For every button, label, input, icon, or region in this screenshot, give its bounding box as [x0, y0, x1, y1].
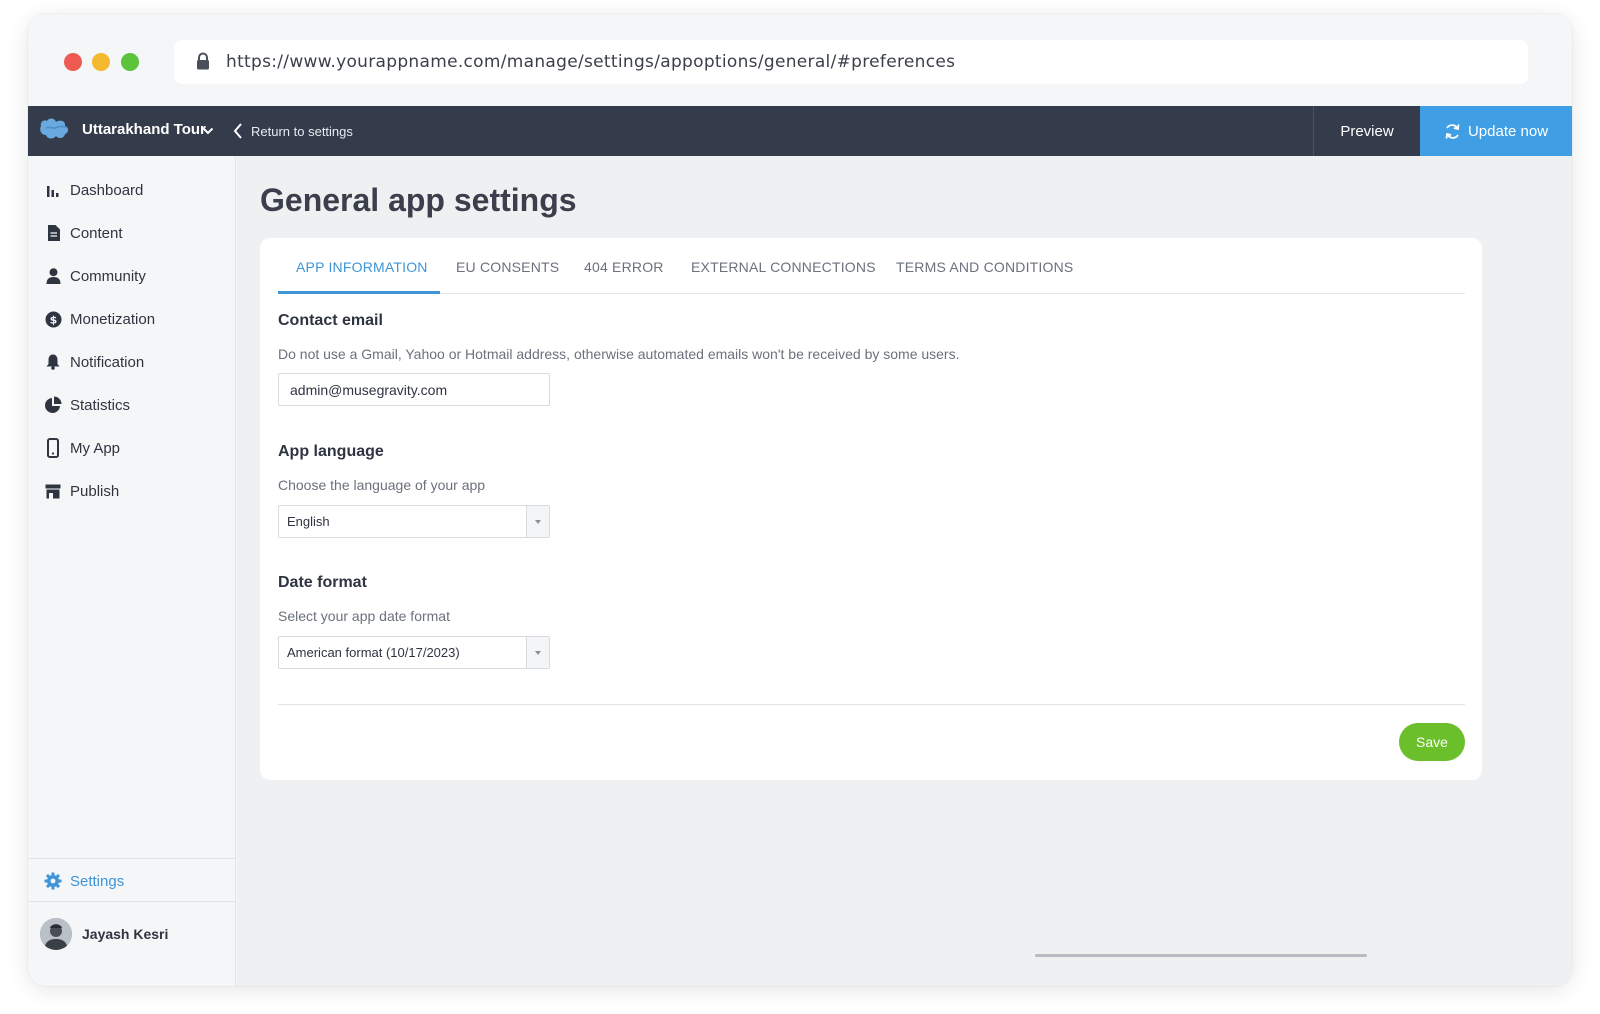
date-format-description: Select your app date format [278, 608, 450, 624]
update-now-label: Update now [1467, 122, 1549, 140]
document-icon [44, 224, 62, 242]
sidebar: Dashboard Content Community $ Monetizati… [28, 156, 236, 986]
svg-text:$: $ [49, 313, 57, 326]
user-icon [44, 267, 62, 285]
tab-terms-and-conditions[interactable]: TERMS AND CONDITIONS [896, 259, 1073, 275]
date-format-value: American format (10/17/2023) [287, 645, 460, 660]
settings-card: APP INFORMATION EU CONSENTS 404 ERROR EX… [260, 238, 1482, 780]
sidebar-divider [28, 858, 236, 859]
settings-tabs: APP INFORMATION EU CONSENTS 404 ERROR EX… [278, 238, 1465, 294]
browser-chrome: https://www.yourappname.com/manage/setti… [28, 14, 1572, 106]
app-language-title: App language [278, 443, 384, 460]
app-logo-icon[interactable] [38, 116, 72, 144]
store-icon [44, 482, 62, 500]
avatar [40, 918, 72, 950]
contact-email-input[interactable] [278, 373, 550, 406]
app-language-description: Choose the language of your app [278, 477, 486, 493]
return-to-settings-link[interactable]: Return to settings [233, 120, 353, 142]
sidebar-item-community[interactable]: Community [44, 264, 146, 288]
sidebar-item-notification[interactable]: Notification [44, 350, 144, 374]
sidebar-item-content[interactable]: Content [44, 221, 123, 245]
update-now-button[interactable]: Update now [1420, 106, 1572, 156]
sidebar-item-label: Settings [70, 872, 125, 890]
app-language-select[interactable]: English [278, 505, 550, 538]
sidebar-item-dashboard[interactable]: Dashboard [44, 178, 143, 202]
sidebar-item-label: Publish [70, 482, 120, 500]
phone-icon [44, 438, 62, 458]
dollar-icon: $ [44, 310, 62, 328]
tab-eu-consents[interactable]: EU CONSENTS [456, 259, 559, 275]
contact-email-description: Do not use a Gmail, Yahoo or Hotmail add… [278, 346, 960, 362]
main-content: General app settings APP INFORMATION EU … [237, 156, 1572, 986]
close-window-button[interactable] [64, 53, 82, 71]
sidebar-item-label: Monetization [70, 310, 156, 328]
sidebar-item-statistics[interactable]: Statistics [44, 393, 130, 417]
contact-email-title: Contact email [278, 312, 383, 329]
sidebar-item-label: Dashboard [70, 181, 144, 199]
page-title: General app settings [260, 182, 577, 218]
date-format-select[interactable]: American format (10/17/2023) [278, 636, 550, 669]
date-format-title: Date format [278, 574, 367, 591]
sidebar-item-label: Community [70, 267, 146, 285]
card-divider [278, 704, 1465, 705]
tab-app-information[interactable]: APP INFORMATION [296, 259, 428, 275]
save-button[interactable]: Save [1399, 723, 1465, 761]
sidebar-item-label: My App [70, 439, 121, 457]
chevron-left-icon [233, 123, 242, 139]
dropdown-arrow-icon[interactable] [526, 637, 549, 668]
user-profile[interactable]: Jayash Kesri [40, 918, 168, 950]
tab-404-error[interactable]: 404 ERROR [584, 259, 664, 275]
lock-icon [197, 52, 209, 70]
chevron-down-icon[interactable] [202, 126, 214, 136]
bar-chart-icon [44, 181, 62, 199]
address-bar[interactable]: https://www.yourappname.com/manage/setti… [174, 40, 1528, 84]
refresh-icon [1445, 123, 1460, 139]
return-label: Return to settings [251, 123, 353, 139]
app-language-value: English [287, 514, 330, 529]
tab-external-connections[interactable]: EXTERNAL CONNECTIONS [691, 259, 876, 275]
user-name: Jayash Kesri [82, 926, 169, 942]
app-topbar: Uttarakhand Tour Return to settings Prev… [28, 106, 1572, 156]
sidebar-divider [28, 901, 236, 902]
horizontal-scrollbar[interactable] [1035, 954, 1367, 957]
sidebar-item-settings[interactable]: Settings [44, 869, 124, 893]
sidebar-item-publish[interactable]: Publish [44, 479, 119, 503]
active-tab-indicator [278, 291, 440, 294]
sidebar-item-label: Statistics [70, 396, 131, 414]
bell-icon [44, 353, 62, 371]
sidebar-item-my-app[interactable]: My App [44, 436, 120, 460]
gear-icon [44, 872, 62, 890]
minimize-window-button[interactable] [92, 53, 110, 71]
dropdown-arrow-icon[interactable] [526, 506, 549, 537]
app-switcher[interactable]: Uttarakhand Tour [82, 121, 206, 138]
browser-window: https://www.yourappname.com/manage/setti… [28, 14, 1572, 986]
sidebar-item-monetization[interactable]: $ Monetization [44, 307, 155, 331]
maximize-window-button[interactable] [121, 53, 139, 71]
pie-chart-icon [44, 396, 62, 414]
url-text: https://www.yourappname.com/manage/setti… [226, 52, 956, 72]
sidebar-item-label: Content [70, 224, 123, 242]
sidebar-item-label: Notification [70, 353, 145, 371]
preview-button[interactable]: Preview [1313, 106, 1420, 156]
